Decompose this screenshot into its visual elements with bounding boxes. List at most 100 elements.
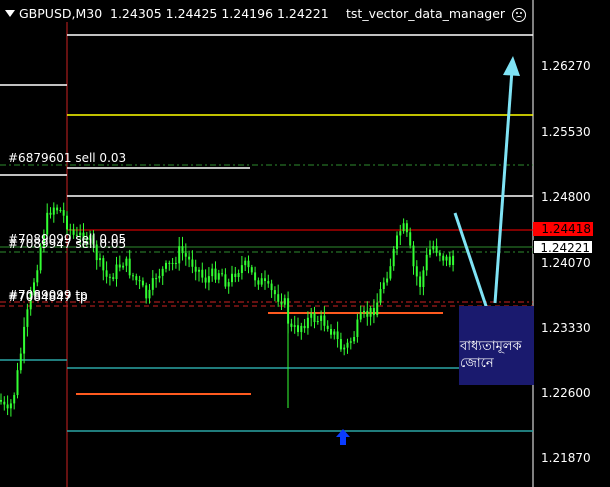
- candle-body: [178, 246, 181, 264]
- candle-body: [333, 331, 336, 335]
- candle-body: [62, 210, 65, 216]
- candle-body: [392, 249, 395, 267]
- candle-body: [240, 265, 243, 273]
- candle-body: [214, 268, 217, 280]
- price-tick: 1.26270: [541, 59, 591, 73]
- candle-body: [422, 270, 425, 287]
- price-tick: 1.24800: [541, 190, 591, 204]
- candle-body: [158, 275, 161, 279]
- candle-body: [369, 308, 372, 317]
- candle-body: [349, 341, 352, 343]
- price-tick: 1.22600: [541, 386, 591, 400]
- candle-body: [217, 273, 220, 280]
- candle-body: [161, 268, 164, 276]
- candle-body: [346, 342, 349, 348]
- candle-body: [211, 268, 214, 277]
- candle-body: [429, 249, 431, 255]
- candle-body: [339, 339, 342, 350]
- current-price-label: 1.24221: [533, 240, 593, 255]
- candle-body: [379, 289, 382, 303]
- candle-body: [105, 270, 108, 277]
- order-label-overlap-b[interactable]: #7089947 sell 0.05: [8, 238, 126, 250]
- candle-body: [244, 260, 247, 266]
- price-tick: 1.23330: [541, 321, 591, 335]
- candle-body: [290, 323, 293, 327]
- candle-body: [336, 331, 339, 340]
- candle-body: [135, 276, 138, 281]
- candle-body: [250, 267, 253, 273]
- candle-body: [49, 212, 52, 215]
- candle-body: [435, 246, 438, 253]
- candle-body: [19, 353, 22, 371]
- price-tick: 1.25530: [541, 125, 591, 139]
- candle-body: [141, 280, 144, 286]
- candle-body: [122, 265, 125, 268]
- candle-body: [9, 403, 12, 409]
- candle-body: [412, 245, 415, 267]
- sad-face-icon[interactable]: [512, 8, 526, 22]
- candle-body: [6, 404, 9, 409]
- chart-menu-icon[interactable]: [1, 7, 15, 21]
- candle-body: [184, 253, 187, 257]
- candle-body: [231, 273, 233, 283]
- candle-body: [23, 326, 26, 354]
- candle-body: [452, 255, 455, 266]
- candle-body: [330, 328, 332, 335]
- candle-body: [108, 276, 111, 278]
- candle-body: [181, 246, 184, 254]
- candle-body: [280, 301, 283, 305]
- candle-body: [316, 320, 319, 323]
- candle-body: [396, 235, 398, 250]
- candle-body: [191, 259, 194, 267]
- candle-body: [386, 278, 389, 283]
- candle-body: [264, 278, 266, 282]
- candle-body: [326, 325, 329, 329]
- candle-body: [419, 276, 422, 287]
- candle-body: [273, 290, 276, 295]
- candle-body: [363, 310, 365, 313]
- candle-body: [438, 252, 441, 256]
- tp-label-b[interactable]: #7084847 tp: [8, 291, 88, 303]
- order-label-sell[interactable]: #6879601 sell 0.03: [8, 152, 126, 164]
- candle-body: [201, 269, 204, 278]
- candle-body: [188, 256, 191, 260]
- buy-arrow-icon[interactable]: [334, 428, 352, 446]
- candle-body: [359, 312, 362, 320]
- candle-body: [343, 347, 346, 350]
- candle-body: [409, 232, 412, 246]
- candle-body: [306, 317, 309, 329]
- candle-body: [415, 266, 418, 277]
- candle-body: [145, 285, 148, 299]
- candle-body: [320, 315, 323, 321]
- candle-body: [112, 277, 115, 280]
- candle-body: [303, 325, 306, 329]
- candle-body: [148, 289, 151, 299]
- candle-body: [323, 315, 326, 326]
- candle-body: [376, 302, 379, 316]
- annotation-arrow-up-head: [503, 56, 520, 76]
- candle-body: [198, 269, 200, 272]
- candle-body: [168, 262, 171, 264]
- candle-body: [174, 263, 177, 265]
- candle-body: [165, 262, 167, 269]
- candle-body: [293, 325, 296, 327]
- candle-body: [138, 280, 141, 282]
- candle-body: [224, 274, 227, 287]
- chart-header: GBPUSD,M30 1.24305 1.24425 1.24196 1.242…: [0, 7, 610, 25]
- candle-body: [69, 229, 72, 231]
- candle-body: [445, 256, 448, 261]
- candle-body: [132, 275, 134, 277]
- candle-body: [155, 278, 158, 280]
- candle-body: [204, 277, 207, 283]
- candle-body: [254, 272, 257, 281]
- candle-body: [99, 258, 101, 261]
- annotations: [453, 56, 520, 328]
- candle-body: [171, 263, 174, 265]
- candle-body: [310, 313, 313, 318]
- candle-body: [277, 294, 280, 302]
- candle-body: [194, 266, 197, 272]
- candle-body: [402, 223, 405, 232]
- candle-body: [234, 273, 237, 278]
- candle-body: [372, 308, 375, 316]
- candle-body: [283, 298, 286, 305]
